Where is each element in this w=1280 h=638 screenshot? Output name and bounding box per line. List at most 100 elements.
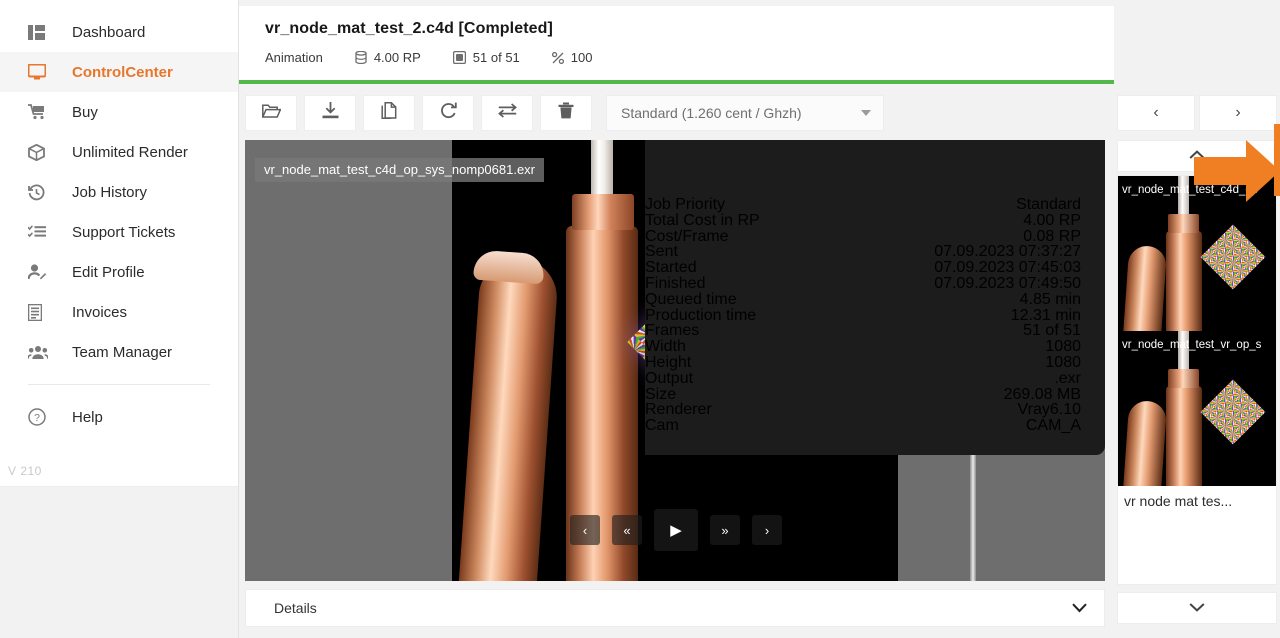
job-info-row: Height 1080: [645, 354, 1081, 371]
rewind-button[interactable]: «: [612, 515, 642, 545]
open-folder-button[interactable]: [245, 95, 297, 131]
previous-job-button[interactable]: ‹: [1117, 95, 1195, 131]
sidebar-divider: [28, 384, 210, 385]
sidebar-item-label: ControlCenter: [72, 63, 173, 81]
sidebar-item-team-manager[interactable]: Team Manager: [0, 332, 238, 372]
thumb-tube-b: [1122, 244, 1168, 331]
percent-icon: [551, 51, 564, 64]
sidebar-item-buy[interactable]: Buy: [0, 92, 238, 132]
meta-type-label: Animation: [265, 50, 323, 65]
sidebar: Dashboard ControlCenter Buy Unlimited Re…: [0, 0, 239, 638]
restart-button[interactable]: [422, 95, 474, 131]
thumbnail-scroll-up-button[interactable]: [1117, 140, 1277, 172]
sidebar-item-edit-profile[interactable]: Edit Profile: [0, 252, 238, 292]
thumb-tube-b: [1122, 399, 1168, 486]
job-info-row: Width 1080: [645, 338, 1081, 355]
job-info-row: Finished 07.09.2023 07:49:50: [645, 275, 1081, 292]
render-tube-b: [458, 255, 560, 581]
sidebar-item-help-label: Help: [72, 408, 103, 426]
frame-filename-label: vr_node_mat_test_c4d_op_sys_nomp0681.exr: [255, 158, 545, 182]
cart-icon: [28, 104, 58, 120]
render-tube-b-cap: [473, 249, 545, 285]
viewer-toolbar: Standard (1.260 cent / Ghzh): [245, 93, 1105, 133]
sidebar-item-help[interactable]: ? Help: [0, 397, 238, 437]
sidebar-item-dashboard[interactable]: Dashboard: [0, 12, 238, 52]
render-tier-select[interactable]: Standard (1.260 cent / Ghzh): [606, 95, 884, 131]
fast-forward-button[interactable]: »: [710, 515, 740, 545]
job-meta: Animation 4.00 RP 51 of 51 100: [265, 50, 1262, 65]
copy-button[interactable]: [363, 95, 415, 131]
sidebar-item-label: Buy: [72, 103, 98, 121]
sidebar-item-label: Invoices: [72, 303, 128, 321]
thumbnail-caption: vr node mat tes...: [1118, 486, 1276, 516]
monitor-icon: [28, 64, 58, 80]
coins-icon: [355, 51, 367, 64]
sidebar-footer: [0, 486, 238, 638]
meta-progress-label: 100: [570, 50, 593, 65]
thumbnail-label: vr_node_mat_test_c4d_op: [1122, 184, 1259, 196]
sidebar-top-gap: [0, 0, 238, 12]
job-info-row: Queued time 4.85 min: [645, 291, 1081, 308]
thumb-gem: [1200, 224, 1266, 290]
meta-cost: 4.00 RP: [355, 50, 421, 65]
sidebar-item-job-history[interactable]: Job History: [0, 172, 238, 212]
playback-controls: ‹ « ▶ » ›: [570, 509, 782, 551]
chevron-down-icon: [1072, 600, 1087, 616]
thumb-sleeve: [1168, 214, 1199, 233]
download-button[interactable]: [304, 95, 356, 131]
job-info-overlay: Job Priority Standard Total Cost in RP 4.0…: [645, 140, 1105, 455]
render-sleeve: [572, 194, 634, 230]
job-info-row: Cam CAM_A: [645, 417, 1081, 435]
prev-frame-button[interactable]: ‹: [570, 515, 600, 545]
frame-nav: ‹ ›: [1117, 95, 1277, 131]
job-info-row: Size 269.08 MB: [645, 386, 1081, 403]
thumbnail-item[interactable]: vr_node_mat_test_vr_op_s: [1118, 331, 1276, 486]
job-info-row: Frames 51 of 51: [645, 322, 1081, 339]
job-info-row: Job Priority Standard: [645, 196, 1081, 213]
job-info-value: CAM_A: [1025, 417, 1081, 435]
app-root: Dashboard ControlCenter Buy Unlimited Re…: [0, 0, 1280, 638]
details-accordion[interactable]: Details: [245, 589, 1105, 627]
page-title: vr_node_mat_test_2.c4d [Completed]: [265, 20, 553, 37]
next-job-button[interactable]: ›: [1199, 95, 1277, 131]
frames-icon: [452, 51, 466, 64]
download-icon: [322, 102, 339, 124]
chevron-down-icon: [1189, 599, 1205, 617]
job-info-row: Cost/Frame 0.08 RP: [645, 228, 1081, 245]
job-info-row: Sent 07.09.2023 07:37:27: [645, 243, 1081, 260]
thumbnail-item[interactable]: vr_node_mat_test_c4d_op: [1118, 176, 1276, 331]
meta-frames: 51 of 51: [452, 50, 520, 65]
viewer-left-matte: [245, 140, 452, 581]
thumbnail-scroll-down-button[interactable]: [1117, 592, 1277, 624]
transfer-button[interactable]: [481, 95, 533, 131]
job-info-row: Total Cost in RP 4.00 RP: [645, 212, 1081, 229]
transfer-icon: [497, 103, 517, 123]
job-info-row: Output .exr: [645, 370, 1081, 387]
sidebar-item-invoices[interactable]: Invoices: [0, 292, 238, 332]
render-tier-value: Standard (1.260 cent / Ghzh): [621, 105, 802, 121]
next-frame-button[interactable]: ›: [752, 515, 782, 545]
thumbnail-list[interactable]: vr_node_mat_test_c4d_op vr_node_mat_test…: [1117, 175, 1277, 585]
play-button[interactable]: ▶: [654, 509, 698, 551]
job-info-rows: Job Priority Standard Total Cost in RP 4.0…: [645, 196, 1081, 435]
dashboard-icon: [28, 24, 58, 40]
team-icon: [28, 345, 58, 360]
sidebar-item-controlcenter[interactable]: ControlCenter: [0, 52, 238, 92]
sidebar-item-unlimited-render[interactable]: Unlimited Render: [0, 132, 238, 172]
job-info-row: Started 07.09.2023 07:45:03: [645, 259, 1081, 276]
sidebar-item-label: Job History: [72, 183, 148, 201]
history-icon: [28, 184, 58, 201]
sidebar-item-label: Dashboard: [72, 23, 146, 41]
meta-frames-label: 51 of 51: [472, 50, 520, 65]
thumb-tube-a: [1166, 386, 1202, 486]
box-icon: [28, 143, 58, 161]
sidebar-item-label: Edit Profile: [72, 263, 145, 281]
sidebar-item-support-tickets[interactable]: Support Tickets: [0, 212, 238, 252]
thumb-gem: [1200, 379, 1266, 445]
refresh-icon: [440, 102, 457, 124]
folder-open-icon: [261, 103, 282, 124]
details-label: Details: [274, 600, 317, 616]
image-viewer[interactable]: vr_node_mat_test_c4d_op_sys_nomp0681.exr…: [245, 140, 1105, 581]
sidebar-item-label: Unlimited Render: [72, 143, 188, 161]
delete-button[interactable]: [540, 95, 592, 131]
